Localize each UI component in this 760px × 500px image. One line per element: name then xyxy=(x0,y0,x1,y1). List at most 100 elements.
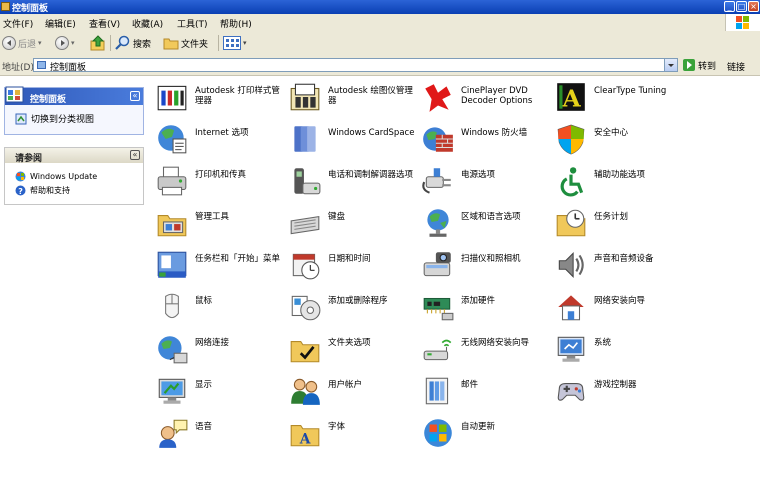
control-panel-item[interactable]: 鼠标 xyxy=(155,290,285,330)
control-panel-item[interactable]: 任务计划 xyxy=(554,206,684,246)
search-icon xyxy=(115,35,130,50)
collapse-chevron-icon[interactable]: « xyxy=(130,91,140,101)
scheduled-tasks-icon xyxy=(556,209,586,237)
windows-update-link[interactable]: Windows Update xyxy=(15,171,97,182)
minimize-button[interactable]: _ xyxy=(724,1,735,12)
views-button[interactable]: ▾ xyxy=(223,34,247,52)
address-field[interactable]: 控制面板 xyxy=(33,58,678,73)
forward-button[interactable]: ▾ xyxy=(55,34,75,52)
control-panel-item[interactable]: 扫描仪和照相机 xyxy=(421,248,551,288)
folders-button[interactable]: 文件夹 xyxy=(163,34,208,52)
control-panel-item[interactable]: 电源选项 xyxy=(421,164,551,204)
control-panel-item-label: 打印机和传真 xyxy=(195,170,247,180)
address-dropdown-button[interactable] xyxy=(664,59,677,71)
control-panel-item[interactable]: CinePlayer DVD Decoder Options xyxy=(421,80,551,120)
control-panel-item[interactable]: 日期和时间 xyxy=(288,248,418,288)
autodesk-plotter-icon xyxy=(290,83,320,111)
go-button[interactable]: 转到 xyxy=(683,58,716,72)
control-panel-item[interactable]: 无线网络安装向导 xyxy=(421,332,551,372)
control-panel-item-label: 任务计划 xyxy=(594,212,629,222)
menu-tools[interactable]: 工具(T) xyxy=(177,17,208,30)
control-panel-item-label: 用户帐户 xyxy=(328,380,363,390)
control-panel-item[interactable]: 用户帐户 xyxy=(288,374,418,414)
back-dropdown-icon[interactable]: ▾ xyxy=(38,39,42,47)
links-button[interactable]: 链接 xyxy=(727,60,745,73)
task-pane: 控制面板 « 切换到分类视图 请参阅 « Windows Update ? 帮助… xyxy=(0,76,150,500)
control-panel-item-label: 电源选项 xyxy=(461,170,496,180)
control-panel-item-label: 管理工具 xyxy=(195,212,230,222)
close-button[interactable]: × xyxy=(748,1,759,12)
menu-favorites[interactable]: 收藏(A) xyxy=(132,17,163,30)
back-arrow-icon xyxy=(2,36,16,50)
user-accounts-icon xyxy=(291,378,320,405)
control-panel-item[interactable]: 添加硬件 xyxy=(421,290,551,330)
svg-text:?: ? xyxy=(18,187,23,196)
search-button[interactable]: 搜索 xyxy=(115,34,151,52)
see-also-header[interactable]: 请参阅 « xyxy=(5,148,143,164)
control-panel-item[interactable]: Internet 选项 xyxy=(155,122,285,162)
window-title: 控制面板 xyxy=(12,4,49,14)
control-panel-item[interactable]: Windows CardSpace xyxy=(288,122,418,162)
control-panel-item[interactable]: 键盘 xyxy=(288,206,418,246)
control-panel-item[interactable]: 区域和语言选项 xyxy=(421,206,551,246)
control-panel-item[interactable]: 管理工具 xyxy=(155,206,285,246)
control-panel-item[interactable]: 打印机和传真 xyxy=(155,164,285,204)
back-button[interactable]: 后退 ▾ xyxy=(2,34,42,52)
category-view-icon xyxy=(15,113,27,124)
help-support-link[interactable]: ? 帮助和支持 xyxy=(15,185,70,196)
control-panel-item[interactable]: A ClearType Tuning xyxy=(554,80,684,120)
see-also-collapse-icon[interactable]: « xyxy=(130,150,140,160)
control-panel-item-label: 扫描仪和照相机 xyxy=(461,254,521,264)
security-center-icon xyxy=(557,124,585,155)
control-panel-item-label: 游戏控制器 xyxy=(594,380,637,390)
menu-help[interactable]: 帮助(H) xyxy=(220,17,252,30)
control-panel-item-label: 邮件 xyxy=(461,380,479,390)
control-panel-item[interactable]: A 字体 xyxy=(288,416,418,456)
control-panel-item-label: 文件夹选项 xyxy=(328,338,371,348)
control-panel-item-label: 声音和音频设备 xyxy=(594,254,654,264)
autodesk-print-style-icon xyxy=(157,85,187,111)
control-panel-item[interactable]: Autodesk 绘图仪管理器 xyxy=(288,80,418,120)
switch-to-category-view-link[interactable]: 切换到分类视图 xyxy=(15,112,94,125)
mail-icon xyxy=(425,377,449,405)
menu-file[interactable]: 文件(F) xyxy=(3,17,33,30)
control-panel-item[interactable]: 网络连接 xyxy=(155,332,285,372)
control-panel-item[interactable]: 安全中心 xyxy=(554,122,684,162)
standard-toolbar: 后退 ▾ ▾ 搜索 文件夹 ▾ xyxy=(0,31,760,57)
control-panel-item[interactable]: 电话和调制解调器选项 xyxy=(288,164,418,204)
control-panel-item[interactable]: 声音和音频设备 xyxy=(554,248,684,288)
control-panel-item[interactable]: 文件夹选项 xyxy=(288,332,418,372)
up-folder-button[interactable] xyxy=(90,34,106,52)
control-panel-item[interactable]: 辅助功能选项 xyxy=(554,164,684,204)
control-panel-app-icon xyxy=(1,2,10,11)
control-panel-item-label: Internet 选项 xyxy=(195,128,249,138)
control-panel-item-label: 网络连接 xyxy=(195,338,230,348)
control-panel-item[interactable]: 网络安装向导 xyxy=(554,290,684,330)
maximize-button[interactable]: □ xyxy=(736,1,747,12)
address-label: 地址(D) xyxy=(2,63,34,73)
help-icon: ? xyxy=(15,185,26,196)
cineplayer-icon xyxy=(425,84,451,112)
control-panel-item[interactable]: 添加或删除程序 xyxy=(288,290,418,330)
control-panel-item[interactable]: Windows 防火墙 xyxy=(421,122,551,162)
forward-arrow-icon xyxy=(55,36,69,50)
menu-view[interactable]: 查看(V) xyxy=(89,17,120,30)
go-label: 转到 xyxy=(698,61,717,72)
control-panel-item-label: 添加或删除程序 xyxy=(328,296,388,306)
power-icon xyxy=(422,168,451,194)
control-panel-item-label: 任务栏和「开始」菜单 xyxy=(195,254,281,264)
control-panel-item[interactable]: 系统 xyxy=(554,332,684,372)
control-panel-item[interactable]: 语音 xyxy=(155,416,285,456)
control-panel-item[interactable]: 任务栏和「开始」菜单 xyxy=(155,248,285,288)
control-panel-item[interactable]: 显示 xyxy=(155,374,285,414)
control-panel-item[interactable]: Autodesk 打印样式管理器 xyxy=(155,80,285,120)
control-panel-item[interactable]: 游戏控制器 xyxy=(554,374,684,414)
control-panel-item[interactable]: 自动更新 xyxy=(421,416,551,456)
forward-dropdown-icon[interactable]: ▾ xyxy=(71,39,75,47)
internet-options-icon xyxy=(158,125,187,154)
system-icon xyxy=(557,336,585,362)
firewall-icon xyxy=(423,127,453,152)
network-connections-icon xyxy=(158,336,188,364)
control-panel-item[interactable]: 邮件 xyxy=(421,374,551,414)
menu-edit[interactable]: 编辑(E) xyxy=(45,17,76,30)
